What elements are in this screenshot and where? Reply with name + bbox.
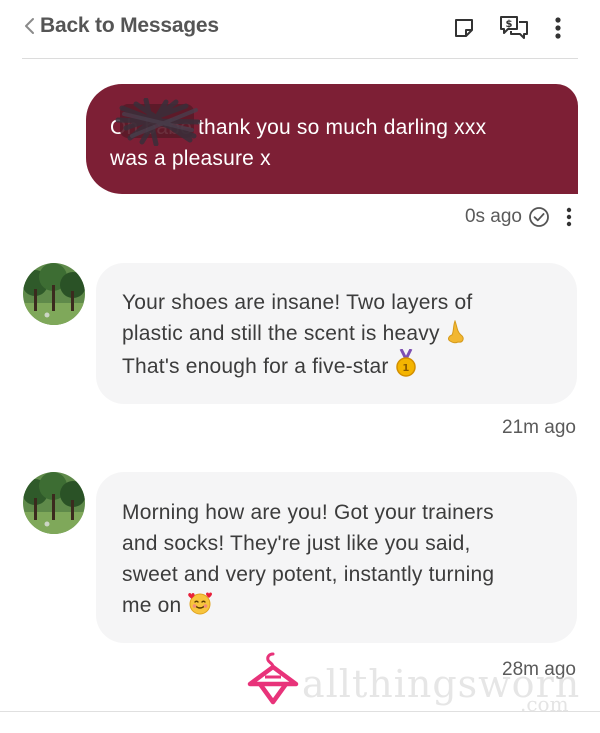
header-divider	[22, 58, 578, 59]
hanger-logo-icon	[247, 652, 299, 705]
message-line-text: plastic and still the scent is heavy	[122, 322, 440, 345]
avatar-image	[23, 472, 85, 534]
message-timestamp: 21m ago	[502, 417, 576, 438]
message-options-icon[interactable]	[560, 205, 578, 229]
note-icon	[455, 19, 473, 37]
tip-chat-button[interactable]: $	[498, 12, 530, 44]
redaction-scribble	[115, 98, 201, 146]
message-line: Your shoes are insane! Two layers of	[122, 291, 473, 314]
message-line: was a pleasure x	[110, 147, 271, 170]
svg-text:$: $	[506, 19, 513, 30]
message-line: and socks! They're just like you said,	[122, 532, 471, 555]
sender-avatar[interactable]	[23, 472, 85, 534]
svg-text:1: 1	[402, 363, 409, 374]
nose-emoji-icon	[447, 320, 464, 344]
top-bar: Back to Messages $	[0, 0, 600, 58]
back-label: Back to Messages	[40, 14, 219, 37]
watermark-suffix: .com	[520, 692, 569, 716]
incoming-message-bubble[interactable]: Your shoes are insane! Two layers of pla…	[96, 263, 577, 404]
message-text: Your shoes are insane! Two layers of pla…	[122, 287, 472, 382]
smiling-face-with-hearts-emoji-icon	[188, 592, 213, 615]
message-line-text: That's enough for a five-star	[122, 355, 389, 378]
message-text: Morning how are you! Got your trainers a…	[122, 497, 494, 621]
tip-chat-icon: $	[500, 16, 528, 39]
message-line: That's enough for a five-star 1	[122, 349, 472, 382]
message-line: me on	[122, 590, 494, 621]
composer-divider	[0, 711, 600, 712]
read-check-icon	[529, 207, 549, 227]
more-options-button[interactable]	[542, 12, 574, 44]
more-vertical-icon	[555, 17, 561, 39]
avatar-image	[23, 263, 85, 325]
back-to-messages-button[interactable]: Back to Messages	[22, 14, 219, 38]
message-line: sweet and very potent, instantly turning	[122, 563, 495, 586]
gold-medal-emoji-icon: 1	[395, 349, 416, 377]
outgoing-message-meta: 0s ago	[465, 205, 578, 229]
sender-avatar[interactable]	[23, 263, 85, 325]
chevron-left-icon	[25, 18, 34, 34]
message-line-text: me on	[122, 594, 182, 617]
note-button[interactable]	[448, 12, 480, 44]
message-line: plastic and still the scent is heavy	[122, 318, 472, 349]
message-line: Morning how are you! Got your trainers	[122, 501, 494, 524]
incoming-message-bubble[interactable]: Morning how are you! Got your trainers a…	[96, 472, 577, 643]
message-timestamp: 0s ago	[464, 206, 522, 227]
outgoing-message-bubble[interactable]: Oh babe thank you so much darling xxx wa…	[86, 84, 578, 194]
